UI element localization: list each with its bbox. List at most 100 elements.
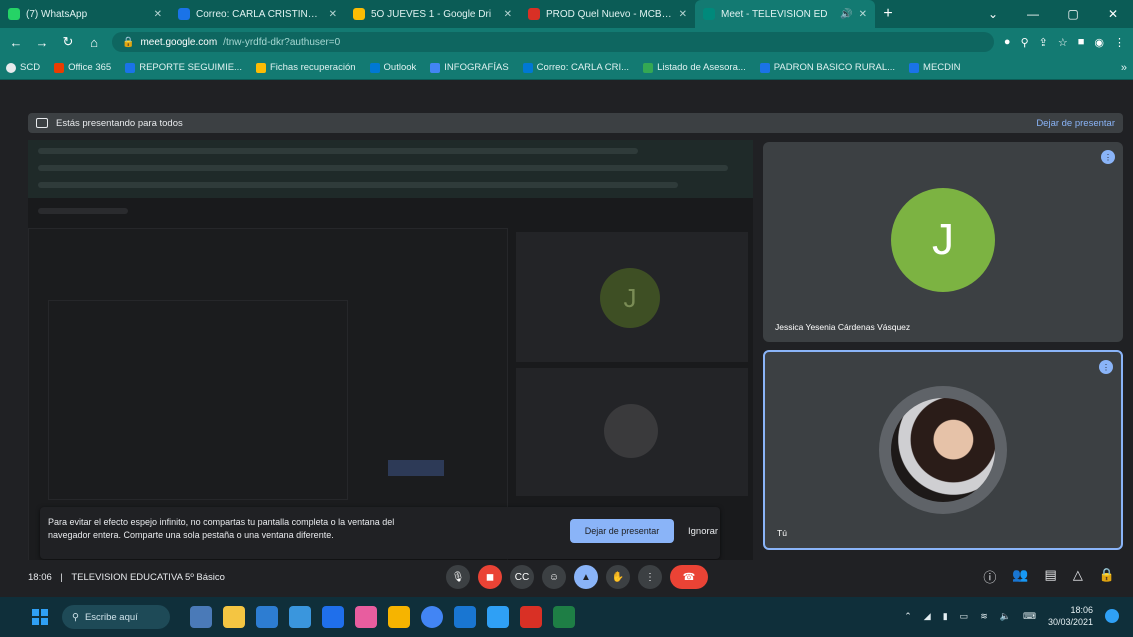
- file-explorer-icon[interactable]: [223, 606, 245, 628]
- outlook-icon: [178, 8, 190, 20]
- mirror-inner-pane: [48, 300, 348, 500]
- camera-icon[interactable]: ●: [1004, 36, 1011, 49]
- menu-icon[interactable]: ⋮: [1114, 36, 1125, 49]
- url-field[interactable]: 🔒 meet.google.com/tnw-yrdfd-dkr?authuser…: [112, 32, 994, 52]
- close-icon[interactable]: ✕: [679, 9, 687, 20]
- photos-icon[interactable]: [289, 606, 311, 628]
- chevron-down-icon[interactable]: ⌄: [973, 0, 1013, 28]
- volume-icon[interactable]: 🔈: [1000, 611, 1011, 622]
- star-icon[interactable]: ☆: [1058, 36, 1068, 49]
- zoom-icon[interactable]: ⚲: [1021, 36, 1029, 49]
- windows-start-icon[interactable]: [32, 609, 48, 625]
- notifications-icon[interactable]: [1105, 609, 1119, 623]
- battery-icon[interactable]: ▮: [943, 611, 948, 622]
- tab-whatsapp[interactable]: (7) WhatsApp ✕: [0, 0, 170, 28]
- presenting-label: Estás presentando para todos: [56, 117, 183, 129]
- self-tile[interactable]: Tú ⋮: [763, 350, 1123, 550]
- meeting-info: 18:06 | TELEVISION EDUCATIVA 5º Básico: [28, 572, 225, 583]
- url-host: meet.google.com: [140, 36, 218, 48]
- taskbar-search[interactable]: ⚲ Escribe aquí: [62, 605, 170, 629]
- activities-icon[interactable]: △: [1073, 567, 1083, 586]
- camera-off-icon[interactable]: ◼: [478, 565, 502, 589]
- tab-pdf[interactable]: PROD Quel Nuevo - MCBTC ✕: [520, 0, 695, 28]
- url-path: /tnw-yrdfd-dkr?authuser=0: [223, 36, 341, 48]
- address-bar-row: ← → ↻ ⌂ 🔒 meet.google.com/tnw-yrdfd-dkr?…: [0, 28, 1133, 56]
- bookmark-item[interactable]: Fichas recuperación: [255, 62, 356, 73]
- close-icon[interactable]: ✕: [504, 9, 512, 20]
- pdf-reader-icon[interactable]: [520, 606, 542, 628]
- warning-text: Para evitar el efecto espejo infinito, n…: [48, 517, 395, 540]
- tab-meet[interactable]: Meet - TELEVISION ED 🔊 ✕: [695, 0, 875, 28]
- maximize-icon[interactable]: ▢: [1053, 0, 1093, 28]
- tab-title: Meet - TELEVISION ED: [721, 8, 828, 20]
- captions-icon[interactable]: CC: [510, 565, 534, 589]
- share-icon[interactable]: ⇪: [1039, 36, 1048, 49]
- bookmark-item[interactable]: MECDIN: [909, 62, 961, 73]
- raise-hand-icon[interactable]: ✋: [606, 565, 630, 589]
- bookmark-item[interactable]: Listado de Asesora...: [643, 62, 746, 73]
- reload-icon[interactable]: ↻: [60, 34, 76, 50]
- bookmark-item[interactable]: Outlook: [369, 62, 416, 73]
- sticky-notes-icon[interactable]: [388, 606, 410, 628]
- back-icon[interactable]: ←: [8, 35, 24, 50]
- bookmark-icon: [6, 62, 16, 73]
- stop-presenting-link[interactable]: Dejar de presentar: [1036, 118, 1115, 129]
- chat-icon[interactable]: ▤: [1045, 567, 1057, 586]
- other-bookmarks-icon[interactable]: »: [1121, 62, 1127, 74]
- more-options-icon[interactable]: ⋮: [1101, 150, 1115, 164]
- emoji-icon[interactable]: ☺: [542, 565, 566, 589]
- people-icon[interactable]: 👥: [1012, 567, 1028, 586]
- forward-icon[interactable]: →: [34, 35, 50, 50]
- bookmark-item[interactable]: REPORTE SEGUIMIE...: [125, 62, 242, 73]
- tab-search-icon[interactable]: ■: [1078, 36, 1085, 49]
- excel-icon[interactable]: [553, 606, 575, 628]
- wifi-icon[interactable]: ≋: [980, 611, 988, 622]
- chrome-icon[interactable]: [421, 606, 443, 628]
- new-tab-button[interactable]: +: [875, 0, 901, 28]
- microphone-icon[interactable]: 🎙: [446, 565, 470, 589]
- tab-title: (7) WhatsApp: [26, 8, 88, 20]
- todo-icon[interactable]: [487, 606, 509, 628]
- tab-google-drive[interactable]: 5O JUEVES 1 - Google Dri ✕: [345, 0, 520, 28]
- bookmark-item[interactable]: INFOGRAFÍAS: [430, 62, 509, 73]
- store-icon[interactable]: [256, 606, 278, 628]
- taskbar-clock[interactable]: 18:06 30/03/2021: [1048, 604, 1093, 628]
- close-icon[interactable]: ✕: [154, 9, 162, 20]
- mail-icon[interactable]: [322, 606, 344, 628]
- word-icon[interactable]: [454, 606, 476, 628]
- chevron-up-icon[interactable]: ⌃: [904, 611, 912, 622]
- stop-presenting-button[interactable]: Dejar de presentar: [570, 519, 674, 543]
- extensions: ● ⚲ ⇪ ☆ ■ ◉ ⋮: [1004, 36, 1125, 49]
- info-icon[interactable]: ⓘ: [983, 567, 996, 586]
- bookmark-icon: [255, 62, 266, 73]
- mirror-tile: [516, 368, 748, 496]
- bookmark-item[interactable]: SCD: [6, 62, 40, 73]
- display-icon[interactable]: ▭: [960, 611, 969, 622]
- bookmark-item[interactable]: Correo: CARLA CRI...: [522, 62, 629, 73]
- tab-outlook[interactable]: Correo: CARLA CRISTINA C/ ✕: [170, 0, 345, 28]
- bookmark-item[interactable]: Office 365: [54, 62, 111, 73]
- tab-title: 5O JUEVES 1 - Google Dri: [371, 8, 492, 20]
- close-window-icon[interactable]: ✕: [1093, 0, 1133, 28]
- lock-icon[interactable]: 🔒: [1099, 567, 1115, 586]
- more-options-icon[interactable]: ⋮: [1099, 360, 1113, 374]
- minimize-icon[interactable]: —: [1013, 0, 1053, 28]
- keyboard-icon[interactable]: ⌨: [1023, 611, 1036, 622]
- pdf-icon: [528, 8, 540, 20]
- present-screen-icon[interactable]: ▲: [574, 565, 598, 589]
- call-controls: 🎙 ◼ CC ☺ ▲ ✋ ⋮ ☎: [446, 565, 708, 589]
- task-view-icon[interactable]: [190, 606, 212, 628]
- present-screen-icon: [36, 118, 48, 128]
- close-icon[interactable]: ✕: [329, 9, 337, 20]
- paint-icon[interactable]: [355, 606, 377, 628]
- more-options-icon[interactable]: ⋮: [638, 565, 662, 589]
- home-icon[interactable]: ⌂: [86, 35, 102, 50]
- outlook-icon: [369, 62, 380, 73]
- bookmark-item[interactable]: PADRON BASICO RURAL...: [759, 62, 895, 73]
- profile-icon[interactable]: ◉: [1094, 36, 1104, 49]
- ignore-button[interactable]: Ignorar: [688, 519, 718, 543]
- leave-call-icon[interactable]: ☎: [670, 565, 708, 589]
- network-icon[interactable]: ◢: [924, 611, 931, 622]
- close-icon[interactable]: ✕: [859, 9, 867, 20]
- participant-tile[interactable]: J Jessica Yesenia Cárdenas Vásquez ⋮: [763, 142, 1123, 342]
